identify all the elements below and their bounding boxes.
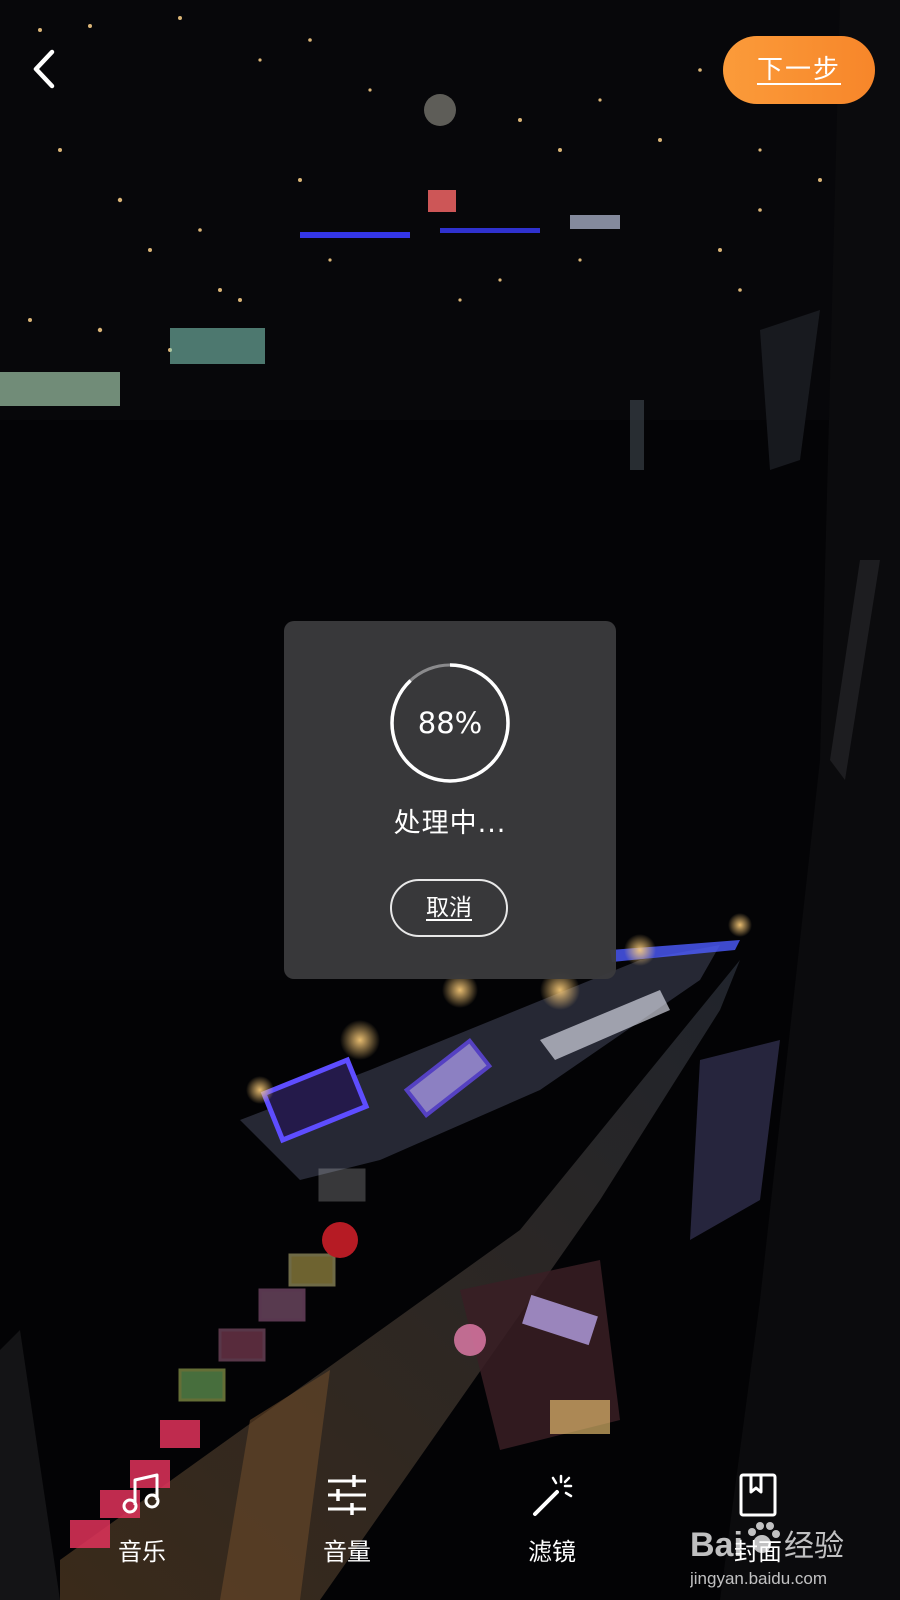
processing-status-text: 处理中... bbox=[393, 808, 507, 839]
bookmark-icon bbox=[739, 1473, 777, 1517]
toolbar-filter-label: 滤镜 bbox=[528, 1538, 576, 1566]
toolbar-volume-label: 音量 bbox=[323, 1538, 371, 1566]
svg-text:Bai: Bai bbox=[690, 1526, 743, 1564]
toolbar-volume-button[interactable]: 音量 bbox=[297, 1472, 397, 1582]
toolbar-filter-button[interactable]: 滤镜 bbox=[502, 1472, 602, 1582]
svg-text:jingyan.baidu.com: jingyan.baidu.com bbox=[690, 1569, 827, 1588]
back-button[interactable] bbox=[22, 44, 66, 94]
video-editor-screen: 下一步 88% 处理中... 取消 音乐 音量 滤镜 Bai 经验 jingya… bbox=[0, 0, 900, 1600]
sliders-icon bbox=[328, 1475, 366, 1515]
toolbar-music-button[interactable]: 音乐 bbox=[92, 1472, 192, 1582]
toolbar-music-label: 音乐 bbox=[118, 1538, 166, 1566]
music-note-icon bbox=[122, 1473, 160, 1514]
next-step-button[interactable]: 下一步 bbox=[723, 36, 875, 104]
baidu-jingyan-watermark: Bai 经验 jingyan.baidu.com bbox=[690, 1522, 844, 1588]
svg-text:经验: 经验 bbox=[784, 1529, 844, 1564]
processing-dialog: 88% 处理中... 取消 bbox=[284, 621, 616, 979]
progress-percent: 88% bbox=[417, 706, 483, 740]
cancel-button[interactable]: 取消 bbox=[390, 879, 508, 937]
magic-wand-icon bbox=[533, 1474, 573, 1516]
chevron-left-icon bbox=[33, 49, 55, 89]
paw-icon bbox=[748, 1522, 780, 1553]
